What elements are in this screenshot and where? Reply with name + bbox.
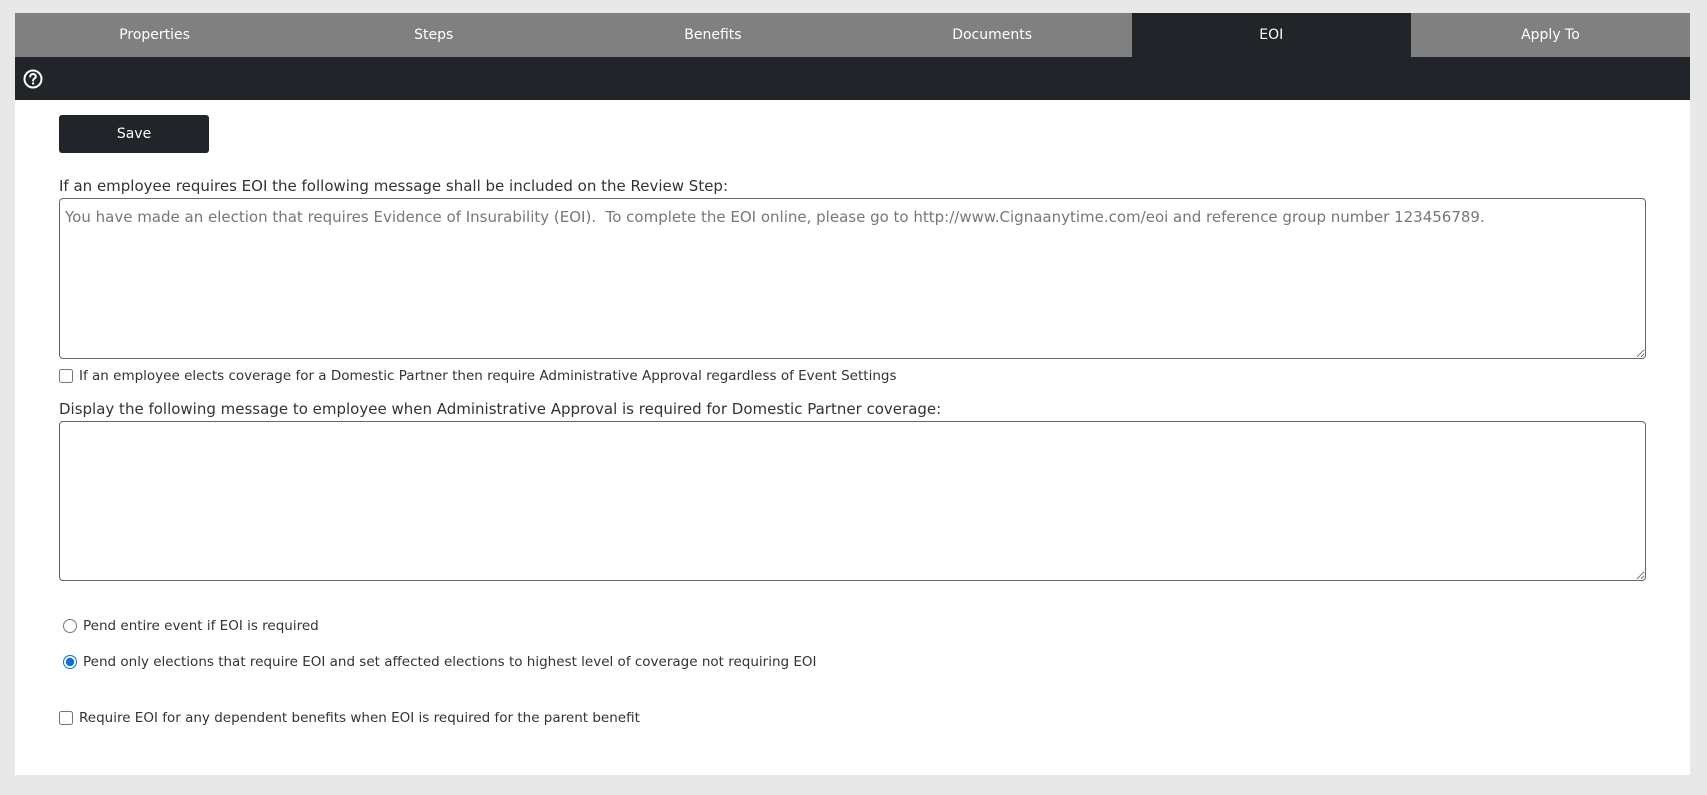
tab-steps[interactable]: Steps (294, 13, 574, 57)
domestic-partner-message-label: Display the following message to employe… (59, 400, 942, 418)
domestic-partner-message-textarea[interactable] (59, 421, 1646, 581)
domestic-partner-approval-checkbox[interactable] (59, 369, 73, 383)
eoi-message-label: If an employee requires EOI the followin… (59, 177, 729, 195)
eoi-message-textarea[interactable]: You have made an election that requires … (59, 198, 1646, 359)
save-button[interactable]: Save (59, 115, 209, 153)
pend-entire-event-radio[interactable] (63, 619, 77, 633)
tab-apply-to[interactable]: Apply To (1410, 13, 1691, 57)
pend-only-elections-radio[interactable] (63, 655, 77, 669)
eoi-settings-panel: Properties Steps Benefits Documents EOI … (15, 13, 1691, 775)
toolbar (15, 57, 1690, 100)
dependent-eoi-checkbox[interactable] (59, 711, 73, 725)
pend-only-elections-option[interactable]: Pend only elections that require EOI and… (63, 654, 817, 670)
domestic-partner-approval-label: If an employee elects coverage for a Dom… (79, 368, 897, 384)
question-circle-icon[interactable] (23, 69, 43, 89)
pend-entire-event-label: Pend entire event if EOI is required (83, 618, 319, 634)
tab-properties[interactable]: Properties (15, 13, 295, 57)
tab-benefits[interactable]: Benefits (573, 13, 853, 57)
pend-only-elections-label: Pend only elections that require EOI and… (83, 654, 817, 670)
domestic-partner-approval-option[interactable]: If an employee elects coverage for a Dom… (59, 368, 897, 384)
tab-bar: Properties Steps Benefits Documents EOI … (15, 13, 1691, 57)
pend-entire-event-option[interactable]: Pend entire event if EOI is required (63, 618, 319, 634)
tab-eoi[interactable]: EOI (1131, 13, 1411, 57)
dependent-eoi-option[interactable]: Require EOI for any dependent benefits w… (59, 710, 640, 726)
dependent-eoi-label: Require EOI for any dependent benefits w… (79, 710, 640, 726)
tab-documents[interactable]: Documents (852, 13, 1132, 57)
